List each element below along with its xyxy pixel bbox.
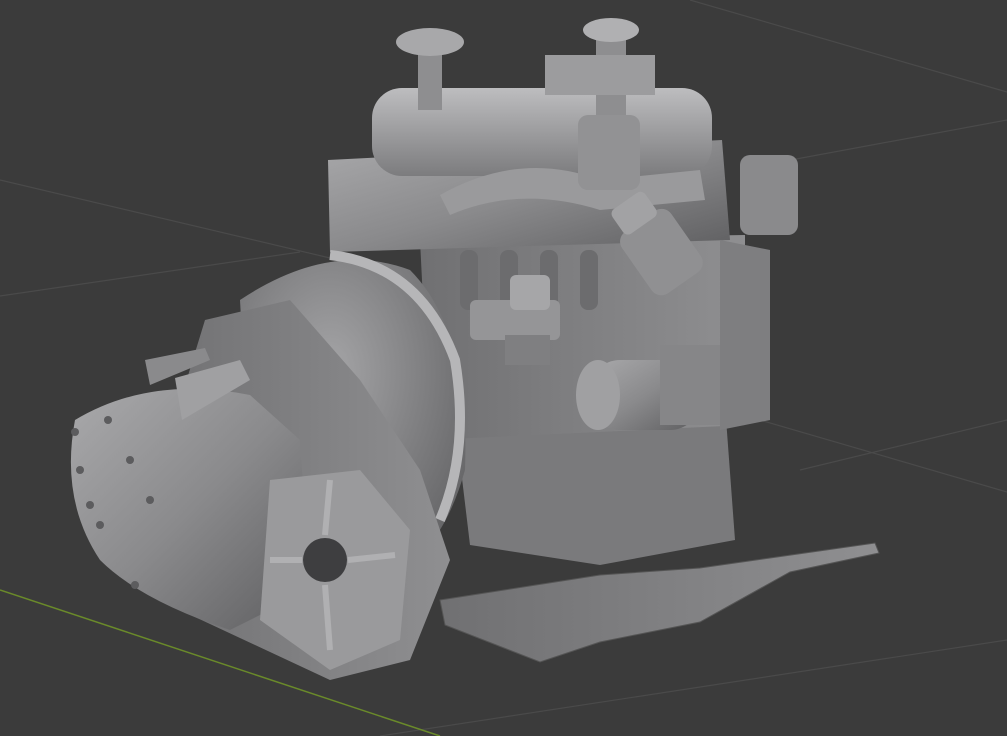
grid-line [799, 419, 1007, 471]
grid-line [689, 0, 1007, 93]
bracket [545, 55, 655, 95]
grid-line [0, 251, 301, 297]
coil [740, 155, 798, 235]
3d-viewport[interactable] [0, 0, 1007, 736]
engine-mount-skid [439, 542, 880, 663]
viewport-scene [0, 0, 1007, 736]
grid-line [759, 419, 1007, 493]
grid-line [379, 639, 1007, 736]
oil-filler-neck [418, 50, 442, 110]
breather-cap [583, 18, 639, 42]
grid-line [0, 179, 331, 259]
grid-line [779, 119, 1007, 163]
input-shaft-hole [303, 538, 347, 582]
thermostat-housing [578, 115, 640, 190]
distributor-bracket [720, 240, 770, 430]
oil-filler-cap [396, 28, 464, 56]
engine-model[interactable] [70, 18, 880, 680]
